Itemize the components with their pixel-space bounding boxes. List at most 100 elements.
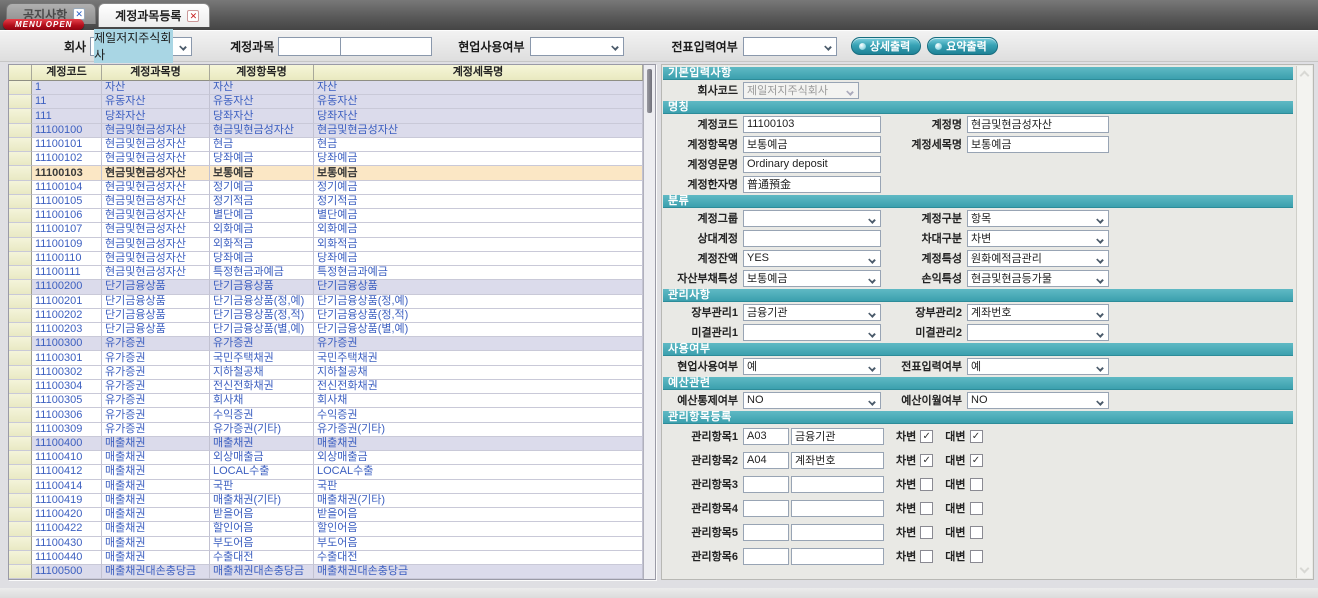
detail-print-button[interactable]: 상세출력 <box>851 37 921 55</box>
credit-checkbox[interactable] <box>970 502 983 515</box>
table-row[interactable]: 11100202단기금융상품단기금융상품(정,적)단기금융상품(정,적) <box>9 309 643 323</box>
table-row[interactable]: 11100100현금및현금성자산현금및현금성자산현금및현금성자산 <box>9 124 643 138</box>
detail-input[interactable] <box>743 176 881 193</box>
grid-column-header[interactable]: 계정세목명 <box>314 65 643 81</box>
row-selector-cell[interactable] <box>9 280 32 294</box>
table-row[interactable]: 11유동자산유동자산유동자산 <box>9 95 643 109</box>
table-row[interactable]: 11100200단기금융상품단기금융상품단기금융상품 <box>9 280 643 294</box>
row-selector-cell[interactable] <box>9 124 32 138</box>
row-selector-cell[interactable] <box>9 195 32 209</box>
mgmt-code-input[interactable] <box>743 524 789 541</box>
table-row[interactable]: 11100301유가증권국민주택채권국민주택채권 <box>9 351 643 365</box>
table-row[interactable]: 11100420매출채권받을어음받을어음 <box>9 508 643 522</box>
row-selector-cell[interactable] <box>9 522 32 536</box>
detail-select[interactable]: NO <box>967 392 1109 409</box>
row-selector-cell[interactable] <box>9 337 32 351</box>
row-selector-cell[interactable] <box>9 95 32 109</box>
table-row[interactable]: 11100422매출채권할인어음할인어음 <box>9 522 643 536</box>
row-selector-cell[interactable] <box>9 380 32 394</box>
table-row[interactable]: 11100306유가증권수익증권수익증권 <box>9 408 643 422</box>
row-selector-cell[interactable] <box>9 366 32 380</box>
detail-input[interactable] <box>743 230 881 247</box>
credit-checkbox[interactable] <box>970 550 983 563</box>
table-row[interactable]: 1자산자산자산 <box>9 81 643 95</box>
row-selector-cell[interactable] <box>9 309 32 323</box>
detail-input[interactable] <box>743 136 881 153</box>
row-selector-cell[interactable] <box>9 408 32 422</box>
mgmt-code-input[interactable] <box>743 452 789 469</box>
detail-select[interactable] <box>967 324 1109 341</box>
row-selector-cell[interactable] <box>9 351 32 365</box>
detail-input[interactable] <box>967 116 1109 133</box>
tab-account-registration[interactable]: 계정과목등록 ✕ <box>98 3 210 27</box>
row-selector-cell[interactable] <box>9 494 32 508</box>
debit-checkbox[interactable]: ✓ <box>920 430 933 443</box>
table-row[interactable]: 11100302유가증권지하철공채지하철공채 <box>9 366 643 380</box>
mgmt-name-input[interactable] <box>791 548 884 565</box>
table-row[interactable]: 11100107현금및현금성자산외화예금외화예금 <box>9 223 643 237</box>
row-selector-cell[interactable] <box>9 238 32 252</box>
row-selector-cell[interactable] <box>9 181 32 195</box>
detail-input[interactable] <box>967 136 1109 153</box>
table-row[interactable]: 11100430매출채권부도어음부도어음 <box>9 537 643 551</box>
table-row[interactable]: 11100111현금및현금성자산특정현금과예금특정현금과예금 <box>9 266 643 280</box>
row-selector-cell[interactable] <box>9 81 32 95</box>
mgmt-code-input[interactable] <box>743 476 789 493</box>
credit-checkbox[interactable]: ✓ <box>970 454 983 467</box>
close-icon[interactable]: ✕ <box>187 10 199 22</box>
table-row[interactable]: 11100110현금및현금성자산당좌예금당좌예금 <box>9 252 643 266</box>
row-selector-cell[interactable] <box>9 295 32 309</box>
table-row[interactable]: 11100414매출채권국판국판 <box>9 480 643 494</box>
credit-checkbox[interactable] <box>970 526 983 539</box>
detail-select[interactable]: 원화예적금관리 <box>967 250 1109 267</box>
detail-select[interactable]: 항목 <box>967 210 1109 227</box>
table-row[interactable]: 111당좌자산당좌자산당좌자산 <box>9 109 643 123</box>
grid-scrollbar-thumb[interactable] <box>647 69 652 113</box>
row-selector-cell[interactable] <box>9 537 32 551</box>
row-selector-cell[interactable] <box>9 323 32 337</box>
table-row[interactable]: 11100304유가증권전신전화채권전신전화채권 <box>9 380 643 394</box>
row-selector-cell[interactable] <box>9 109 32 123</box>
debit-checkbox[interactable] <box>920 502 933 515</box>
table-row[interactable]: 11100412매출채권LOCAL수출LOCAL수출 <box>9 465 643 479</box>
table-row[interactable]: 11100440매출채권수출대전수출대전 <box>9 551 643 565</box>
row-selector-cell[interactable] <box>9 551 32 565</box>
menu-open-button[interactable]: MENU OPEN <box>3 19 84 30</box>
table-row[interactable]: 11100419매출채권매출채권(기타)매출채권(기타) <box>9 494 643 508</box>
table-row[interactable]: 11100305유가증권회사채회사채 <box>9 394 643 408</box>
row-selector-cell[interactable] <box>9 423 32 437</box>
detail-input[interactable] <box>743 156 881 173</box>
row-selector-cell[interactable] <box>9 565 32 579</box>
debit-checkbox[interactable]: ✓ <box>920 454 933 467</box>
panel-scrollbar[interactable] <box>1296 66 1312 578</box>
table-row[interactable]: 11100103현금및현금성자산보통예금보통예금 <box>9 166 643 180</box>
mgmt-code-input[interactable] <box>743 548 789 565</box>
row-selector-cell[interactable] <box>9 465 32 479</box>
credit-checkbox[interactable] <box>970 478 983 491</box>
table-row[interactable]: 11100410매출채권외상매출금외상매출금 <box>9 451 643 465</box>
table-row[interactable]: 11100400매출채권매출채권매출채권 <box>9 437 643 451</box>
scroll-up-icon[interactable] <box>1300 71 1310 81</box>
credit-checkbox[interactable]: ✓ <box>970 430 983 443</box>
detail-select[interactable]: 현금및현금등가물 <box>967 270 1109 287</box>
mgmt-code-input[interactable] <box>743 428 789 445</box>
row-selector-cell[interactable] <box>9 166 32 180</box>
mgmt-name-input[interactable] <box>791 452 884 469</box>
detail-select[interactable]: 차변 <box>967 230 1109 247</box>
grid-column-header[interactable]: 계정과목명 <box>102 65 210 81</box>
detail-select[interactable]: NO <box>743 392 881 409</box>
summary-print-button[interactable]: 요약출력 <box>927 37 997 55</box>
table-row[interactable]: 11100104현금및현금성자산정기예금정기예금 <box>9 181 643 195</box>
detail-select[interactable]: YES <box>743 250 881 267</box>
mgmt-code-input[interactable] <box>743 500 789 517</box>
mgmt-name-input[interactable] <box>791 428 884 445</box>
table-row[interactable]: 11100201단기금융상품단기금융상품(정,예)단기금융상품(정,예) <box>9 295 643 309</box>
table-row[interactable]: 11100106현금및현금성자산별단예금별단예금 <box>9 209 643 223</box>
table-row[interactable]: 11100109현금및현금성자산외화적금외화적금 <box>9 238 643 252</box>
mgmt-name-input[interactable] <box>791 524 884 541</box>
grid-column-header[interactable]: 계정항목명 <box>210 65 314 81</box>
slip-entry-select[interactable] <box>743 37 837 56</box>
table-row[interactable]: 11100300유가증권유가증권유가증권 <box>9 337 643 351</box>
row-selector-cell[interactable] <box>9 223 32 237</box>
detail-select[interactable]: 금융기관 <box>743 304 881 321</box>
